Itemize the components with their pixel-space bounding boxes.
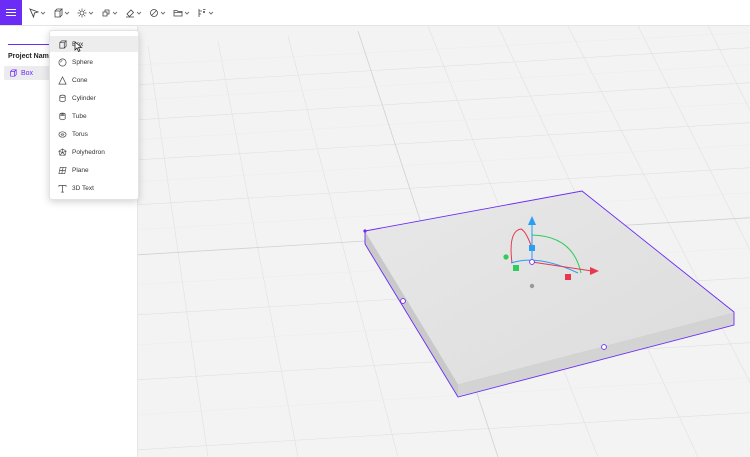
edge-handle[interactable] (400, 298, 406, 304)
transform-tool-button[interactable] (101, 0, 118, 25)
scene-item-label: Box (21, 69, 34, 77)
text-3d-icon (57, 183, 67, 193)
chevron-down-icon (88, 11, 94, 15)
edge-handle[interactable] (601, 344, 607, 350)
toolbar (0, 0, 750, 26)
light-tool-button[interactable] (77, 0, 94, 25)
add-shape-tool-button[interactable] (53, 0, 70, 25)
modify-tool-button[interactable] (125, 0, 142, 25)
cone-icon (57, 75, 67, 85)
snap-tool-button[interactable] (197, 0, 214, 25)
menu-item-sphere[interactable]: Sphere (50, 54, 138, 70)
move-icon (102, 9, 110, 16)
main-menu-button[interactable] (0, 0, 22, 25)
tube-icon (57, 111, 67, 121)
hamburger-icon (6, 8, 16, 17)
z-axis-handle[interactable] (513, 265, 519, 271)
menu-item-polyhedron[interactable]: Polyhedron (50, 144, 138, 160)
folder-tool-button[interactable] (173, 0, 190, 25)
menu-item-label: Tube (72, 112, 87, 120)
menu-item-label: Torus (72, 130, 88, 138)
viewport-canvas[interactable] (138, 26, 750, 457)
cube-icon (10, 69, 17, 77)
add-shape-dropdown: Box Sphere Cone Cylinder Tube Torus Po (49, 30, 139, 200)
pivot-point (529, 283, 535, 289)
menu-item-cylinder[interactable]: Cylinder (50, 90, 138, 106)
y-axis-handle[interactable] (529, 245, 535, 251)
menu-item-label: Cone (72, 76, 88, 84)
menu-item-box[interactable]: Box (50, 36, 138, 52)
menu-item-label: Polyhedron (72, 148, 105, 156)
material-tool-button[interactable] (149, 0, 166, 25)
chevron-down-icon (64, 11, 70, 15)
menu-item-label: Cylinder (72, 94, 96, 102)
menu-item-plane[interactable]: Plane (50, 162, 138, 178)
material-icon (150, 8, 158, 17)
menu-item-tube[interactable]: Tube (50, 108, 138, 124)
box-icon (57, 39, 67, 49)
menu-item-cone[interactable]: Cone (50, 72, 138, 88)
chevron-down-icon (160, 11, 166, 15)
plane-icon (57, 165, 67, 175)
gizmo-center[interactable] (529, 259, 535, 265)
folder-icon (173, 9, 183, 16)
eraser-icon (126, 8, 135, 17)
menu-item-torus[interactable]: Torus (50, 126, 138, 142)
cube-icon (54, 8, 63, 17)
snap-icon (198, 8, 206, 17)
chevron-down-icon (112, 11, 118, 15)
chevron-down-icon (136, 11, 142, 15)
chevron-down-icon (40, 11, 46, 15)
sphere-icon (57, 57, 67, 67)
polyhedron-icon (57, 147, 67, 157)
menu-item-label: Sphere (72, 58, 93, 66)
mouse-cursor-icon (74, 41, 83, 53)
z-rotation-handle[interactable] (503, 254, 509, 260)
chevron-down-icon (208, 11, 214, 15)
menu-item-label: Plane (72, 166, 89, 174)
3d-viewport[interactable] (138, 26, 750, 457)
menu-item-label: 3D Text (72, 184, 94, 192)
pointer-icon (29, 7, 39, 18)
project-name-heading: Project Name (8, 53, 53, 60)
x-axis-handle[interactable] (565, 274, 571, 280)
cylinder-icon (57, 93, 67, 103)
select-tool-button[interactable] (29, 0, 46, 25)
menu-item-3d-text[interactable]: 3D Text (50, 180, 138, 196)
chevron-down-icon (184, 11, 190, 15)
sun-icon (77, 8, 87, 17)
torus-icon (57, 129, 67, 139)
